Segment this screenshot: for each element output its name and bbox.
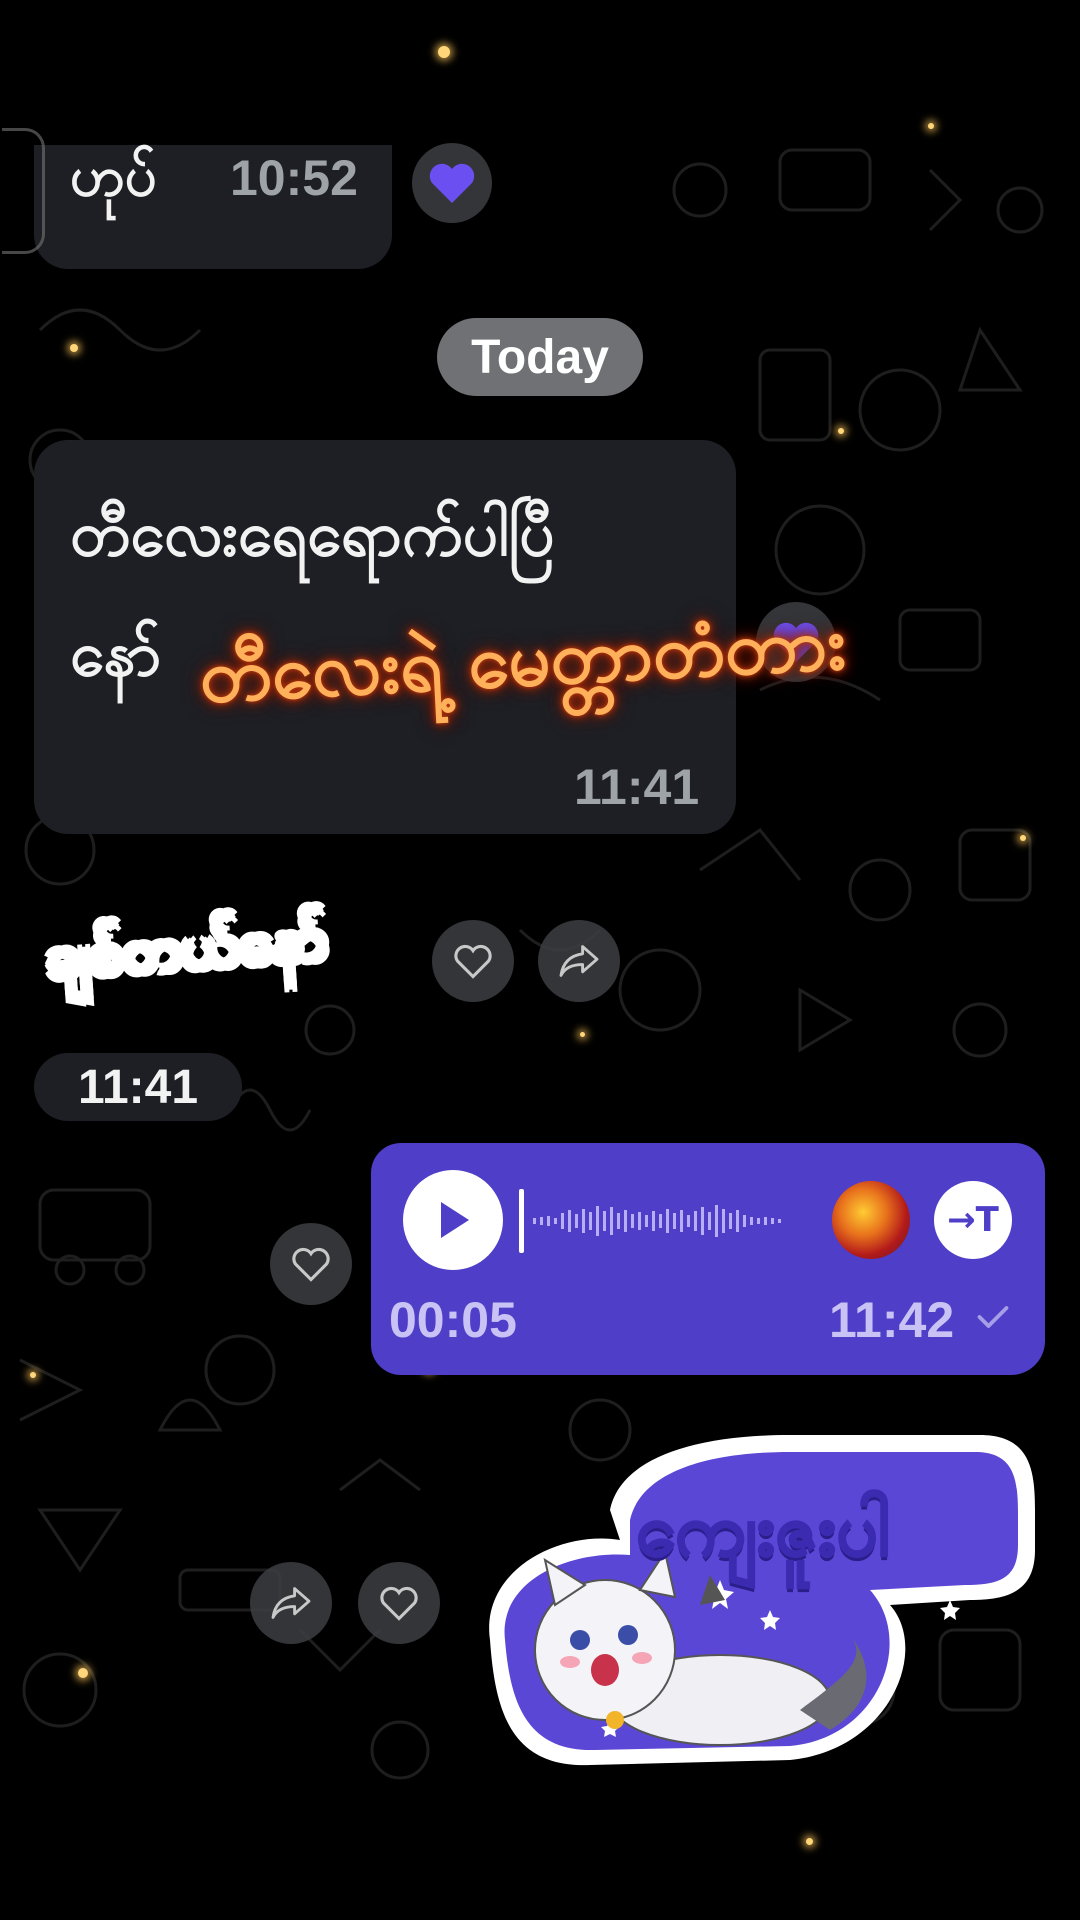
message-text-line1: တီလေးရေရောက်ပါပြီ [70,497,555,570]
waveform[interactable] [519,1183,819,1259]
sender-avatar [832,1181,910,1259]
sparkle [30,1372,36,1378]
date-divider: Today [437,318,643,396]
like-heart-icon[interactable] [432,920,514,1002]
sticker-thanks-text: ကျေးဇူးပါ [635,1487,891,1573]
pin-icon [2,128,45,254]
reaction-heart-icon[interactable] [412,143,492,223]
share-icon[interactable] [250,1562,332,1644]
sparkle [70,344,78,352]
sparkle [806,1838,813,1845]
sparkle [438,46,450,58]
chat-screen: ဟုပ် 10:52 Today တီလေးရေရောက်ပါပြီ နော် … [0,0,1080,1920]
sparkle [1020,835,1026,841]
sparkle [838,428,844,434]
message-time: 10:52 [230,150,358,206]
check-icon [977,1306,1009,1328]
play-button[interactable] [403,1170,503,1270]
voice-duration: 00:05 [389,1292,517,1348]
sparkle [78,1668,88,1678]
message-time: 11:42 [829,1292,955,1348]
voice-message-bubble[interactable]: →T 00:05 11:42 [371,1143,1045,1375]
message-text-line2: နော် [70,617,162,690]
play-icon [441,1202,469,1238]
message-text: ဟုပ် [70,144,157,209]
like-heart-icon[interactable] [358,1562,440,1644]
share-icon[interactable] [538,920,620,1002]
like-heart-icon[interactable] [270,1223,352,1305]
sticker-time-pill: 11:41 [34,1053,242,1121]
transcribe-icon: →T [947,1200,999,1240]
sparkle [928,123,934,129]
sparkle [580,1032,585,1037]
transcribe-button[interactable]: →T [934,1181,1012,1259]
message-bubble[interactable]: ဟုပ် 10:52 [34,144,392,269]
sticker-thanks-cat[interactable] [470,1430,1040,1770]
message-time: 11:41 [574,759,700,815]
